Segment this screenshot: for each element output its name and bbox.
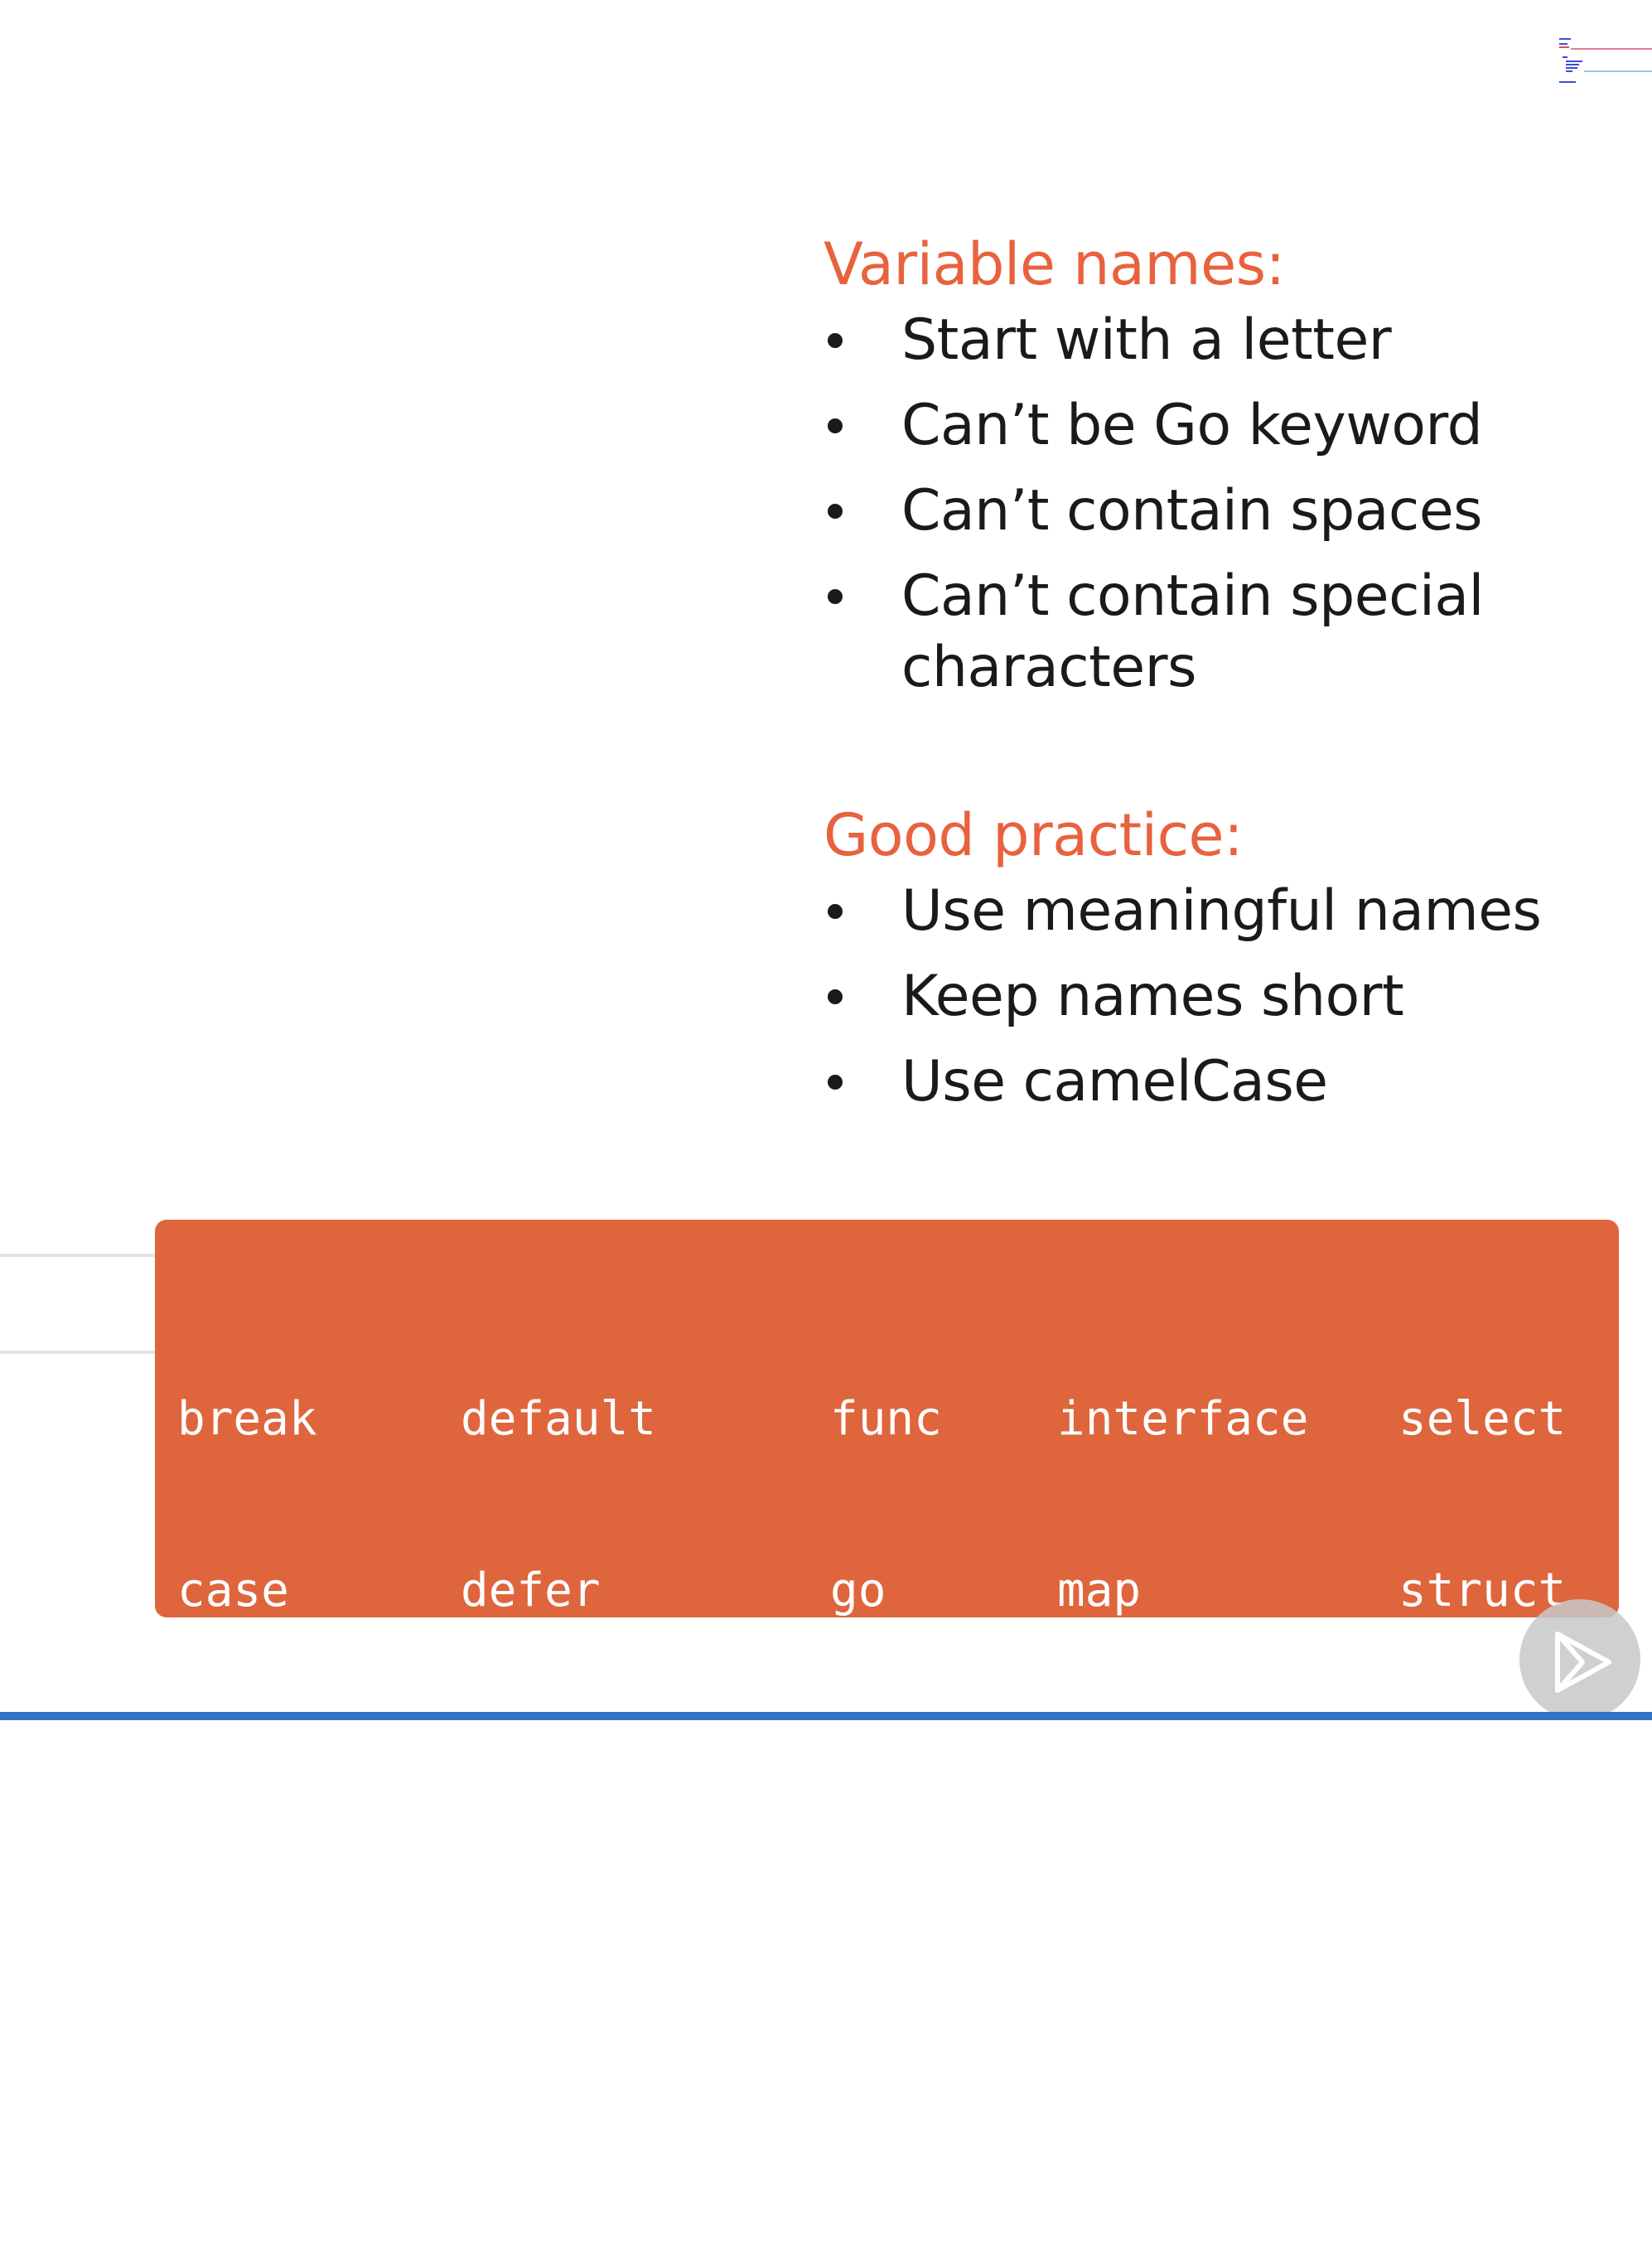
bullet-icon [828, 504, 843, 519]
keyword: package [1057, 1735, 1253, 1789]
keyword: chan [177, 1735, 289, 1789]
list-item: Can’t be Go keyword [824, 390, 1644, 462]
keyword: continue [177, 2078, 401, 2132]
play-icon [1555, 1632, 1611, 1693]
bullet-icon [828, 904, 843, 919]
keyword: import [830, 2078, 998, 2132]
bullet-icon [828, 989, 843, 1004]
keyword: const [177, 1907, 317, 1960]
bullet-icon [828, 1075, 843, 1090]
play-button[interactable] [1519, 1599, 1640, 1720]
keyword: type [1398, 1907, 1510, 1960]
bullet-icon [828, 589, 843, 604]
practice-text: Keep names short [901, 964, 1404, 1029]
keyword-column: func go goto if import [830, 1276, 997, 2248]
keyword: case [177, 1564, 289, 1617]
variable-names-heading: Variable names: [824, 230, 1285, 298]
bullet-icon [828, 333, 843, 348]
list-item: Can’t contain special characters [824, 561, 1581, 703]
practice-text: Use camelCase [901, 1049, 1328, 1114]
keyword: return [1057, 2078, 1225, 2132]
rule-text: Can’t contain spaces [901, 478, 1483, 544]
video-progress-bar[interactable] [0, 1712, 1652, 1720]
good-practice-heading: Good practice: [824, 801, 1244, 869]
keyword: goto [830, 1735, 942, 1789]
divider-line [0, 1351, 156, 1354]
bullet-icon [828, 418, 843, 433]
divider-line [0, 1254, 156, 1257]
keyword-column: break case chan const continue [177, 1276, 401, 2248]
variable-names-rules: Start with a letter Can’t be Go keyword … [824, 305, 1644, 703]
slide-content: Variable names: Start with a letter Can’… [824, 224, 1644, 1118]
slide-thumbnail[interactable] [1556, 33, 1652, 91]
keyword: go [830, 1564, 886, 1617]
rule-text: Can’t contain special characters [901, 563, 1484, 700]
list-item: Use camelCase [824, 1047, 1644, 1118]
list-item: Keep names short [824, 961, 1644, 1032]
keyword: struct [1398, 1564, 1567, 1617]
list-item: Start with a letter [824, 305, 1644, 376]
keyword: break [177, 1392, 317, 1446]
keyword: map [1057, 1564, 1142, 1617]
keyword: if [830, 1907, 886, 1960]
rule-text: Can’t be Go keyword [901, 393, 1483, 458]
keyword-column: interface map package range return [1057, 1276, 1308, 2248]
keyword: fallthrough [461, 1907, 768, 1960]
keyword: range [1057, 1907, 1197, 1960]
keyword: select [1398, 1392, 1567, 1446]
list-item: Can’t contain spaces [824, 476, 1644, 547]
keyword-column: default defer else fallthrough for [461, 1276, 768, 2248]
go-keywords-box: break case chan const continue default d… [155, 1220, 1619, 2132]
keyword: default [461, 1392, 657, 1446]
list-item: Use meaningful names [824, 876, 1644, 947]
rule-text: Start with a letter [901, 307, 1392, 373]
keyword: defer [461, 1564, 601, 1617]
keyword: for [461, 2078, 545, 2132]
keyword: switch [1398, 1735, 1567, 1789]
keyword: else [461, 1735, 572, 1789]
keyword: func [830, 1392, 942, 1446]
practice-text: Use meaningful names [901, 878, 1542, 944]
good-practice-list: Use meaningful names Keep names short Us… [824, 876, 1644, 1118]
keyword-column: select struct switch type var [1398, 1276, 1566, 2248]
keyword: var [1398, 2078, 1483, 2132]
keyword: interface [1057, 1392, 1309, 1446]
